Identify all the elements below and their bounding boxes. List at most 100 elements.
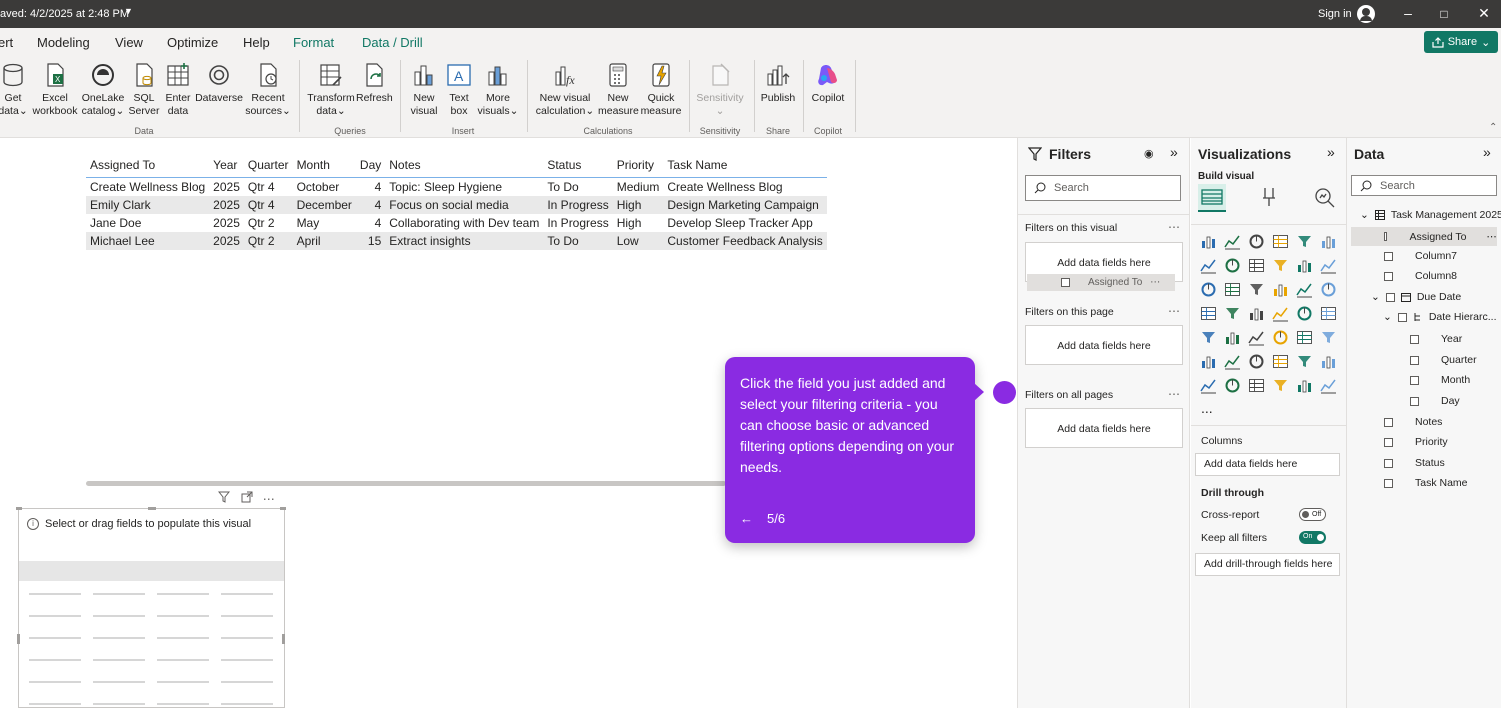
filters-all-pages-drop-zone[interactable]: Add data fields here (1025, 408, 1183, 448)
table-icon[interactable] (1272, 329, 1289, 346)
chevron-visual-icon[interactable] (1320, 377, 1337, 394)
dataverse-button[interactable]: Dataverse (195, 62, 243, 105)
scatter-icon[interactable] (1272, 281, 1289, 298)
tab-data-drill[interactable]: Data / Drill (362, 35, 423, 50)
sql-server-button[interactable]: SQL Server (128, 62, 160, 118)
field-checkbox[interactable] (1384, 437, 1393, 447)
field-task-name[interactable]: Task Name (1384, 477, 1468, 489)
collapse-data-icon[interactable]: » (1483, 144, 1491, 160)
smart-narrative-icon[interactable] (1296, 353, 1313, 370)
table-visual[interactable]: Assigned To Year Quarter Month Day Notes… (86, 154, 827, 250)
field-checkbox[interactable] (1384, 478, 1393, 488)
more-options-icon[interactable]: ⋯ (1168, 304, 1180, 318)
tab-format[interactable]: Format (293, 35, 334, 50)
excel-workbook-button[interactable]: X Excel workbook (32, 62, 78, 118)
card-icon[interactable] (1320, 305, 1337, 322)
maximize-icon[interactable]: □ (1434, 7, 1454, 21)
table-row[interactable]: Michael Lee 2025 Qtr 2 April 15 Extract … (86, 231, 827, 250)
key-influencers-icon[interactable] (1224, 353, 1241, 370)
keep-all-filters-toggle[interactable]: On (1299, 531, 1326, 544)
more-options-icon[interactable]: ⋯ (1168, 387, 1180, 401)
kpi-icon[interactable] (1224, 329, 1241, 346)
power-automate-icon[interactable] (1248, 377, 1265, 394)
column-header[interactable]: Day (355, 154, 386, 178)
data-table-node[interactable]: ⌄ Task Management 2025 (1360, 209, 1501, 221)
field-date-hierarchy[interactable]: ⌄ Date Hierarc... (1383, 311, 1497, 323)
field-checkbox[interactable] (1384, 271, 1393, 281)
account-avatar-icon[interactable] (1357, 5, 1375, 23)
resize-handle[interactable] (280, 507, 286, 510)
donut-icon[interactable] (1320, 281, 1337, 298)
line-chart-icon[interactable] (1200, 257, 1217, 274)
close-icon[interactable]: ✕ (1474, 5, 1494, 22)
field-status[interactable]: Status (1384, 457, 1445, 469)
decomposition-tree-icon[interactable] (1248, 353, 1265, 370)
stacked-bar-icon[interactable] (1200, 233, 1217, 250)
column-100-icon[interactable] (1320, 233, 1337, 250)
field-checkbox[interactable] (1410, 334, 1419, 344)
area-chart-icon[interactable] (1224, 257, 1241, 274)
field-day[interactable]: Day (1410, 395, 1460, 407)
field-column8[interactable]: Column8 (1384, 270, 1457, 282)
publish-button[interactable]: Publish (758, 62, 798, 105)
more-options-icon[interactable]: ⋯ (1150, 277, 1160, 288)
matrix-icon[interactable] (1296, 329, 1313, 346)
data-search-input[interactable]: Search (1351, 175, 1497, 196)
field-checkbox[interactable] (1384, 458, 1393, 468)
field-year[interactable]: Year (1410, 333, 1462, 345)
columns-drop-zone[interactable]: Add data fields here (1195, 453, 1340, 476)
collapse-ribbon-icon[interactable]: ⌃ (1489, 122, 1497, 133)
column-header[interactable]: Assigned To (86, 154, 210, 178)
field-due-date[interactable]: ⌄ Due Date (1371, 291, 1461, 303)
clustered-column-icon[interactable] (1272, 233, 1289, 250)
funnel-icon[interactable] (1224, 281, 1241, 298)
text-box-button[interactable]: A Text box (443, 62, 475, 118)
filters-page-drop-zone[interactable]: Add data fields here (1025, 325, 1183, 365)
field-assigned-to[interactable]: Assigned To ⋯ (1351, 227, 1497, 246)
eye-icon[interactable]: ◉ (1144, 147, 1154, 160)
quick-measure-button[interactable]: Quick measure (640, 62, 682, 118)
resize-handle[interactable] (17, 634, 20, 644)
field-priority[interactable]: Priority (1384, 436, 1448, 448)
table-row[interactable]: Emily Clark 2025 Qtr 4 December 4 Focus … (86, 195, 827, 214)
tab-optimize[interactable]: Optimize (167, 35, 218, 50)
empty-table-visual[interactable]: i Select or drag fields to populate this… (18, 508, 285, 708)
share-button[interactable]: Share ⌄ (1424, 31, 1498, 53)
more-visuals-icon[interactable]: ... (1201, 400, 1213, 416)
drill-through-drop-zone[interactable]: Add drill-through fields here (1195, 553, 1340, 576)
field-checkbox[interactable] (1410, 355, 1419, 365)
filters-search-input[interactable]: Search (1025, 175, 1181, 201)
new-visual-button[interactable]: New visual (407, 62, 441, 118)
field-month[interactable]: Month (1410, 374, 1470, 386)
horizontal-scrollbar[interactable] (86, 481, 726, 486)
table-row[interactable]: Create Wellness Blog 2025 Qtr 4 October … (86, 178, 827, 196)
saved-dropdown-icon[interactable]: ▼ (124, 6, 133, 16)
field-checkbox[interactable] (1385, 292, 1395, 302)
field-checkbox[interactable] (1384, 251, 1393, 261)
enter-data-button[interactable]: Enter data (162, 62, 194, 118)
more-options-icon[interactable]: ⋯ (1168, 220, 1180, 234)
more-visuals-button[interactable]: More visuals⌄ (476, 62, 520, 118)
new-visual-calculation-button[interactable]: fx New visual calculation⌄ (532, 62, 598, 118)
qa-icon[interactable] (1272, 353, 1289, 370)
resize-handle[interactable] (16, 507, 22, 510)
field-checkbox[interactable] (1384, 417, 1393, 427)
build-visual-tab[interactable] (1198, 184, 1226, 212)
column-header[interactable]: Quarter (243, 154, 293, 178)
tab-insert[interactable]: ert (0, 35, 13, 50)
cross-report-toggle[interactable]: Off (1299, 508, 1326, 521)
table-row[interactable]: Jane Doe 2025 Qtr 2 May 4 Collaborating … (86, 214, 827, 232)
focus-mode-icon[interactable] (241, 491, 256, 506)
field-checkbox[interactable] (1410, 375, 1419, 385)
more-options-icon[interactable]: ⋯ (263, 492, 275, 506)
saved-status[interactable]: aved: 4/2/2025 at 2:48 PM (0, 8, 129, 20)
copilot-button[interactable]: Copilot (808, 62, 848, 105)
metrics-icon[interactable] (1272, 377, 1289, 394)
line-column-icon[interactable] (1272, 257, 1289, 274)
pie-icon[interactable] (1296, 281, 1313, 298)
paginated-report-icon[interactable] (1200, 377, 1217, 394)
tab-modeling[interactable]: Modeling (37, 35, 90, 50)
column-header[interactable]: Year (209, 154, 244, 178)
filled-map-icon[interactable] (1248, 305, 1265, 322)
field-notes[interactable]: Notes (1384, 416, 1442, 428)
